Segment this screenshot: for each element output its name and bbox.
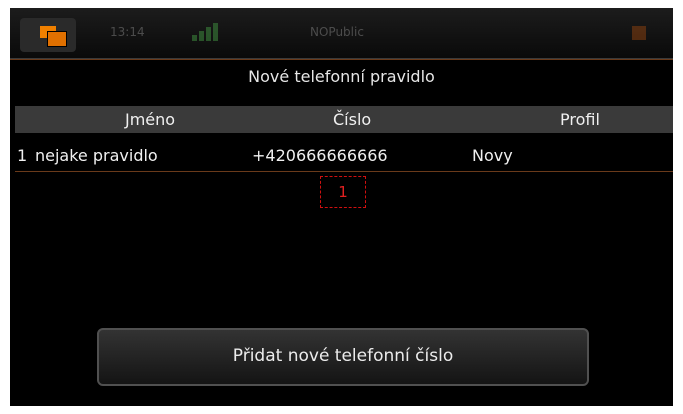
- row-index: 1: [17, 146, 28, 165]
- status-bar: 13:14 NOPublic: [10, 8, 673, 59]
- phone-number: +420666666666: [252, 146, 388, 165]
- rule-name: nejake pravidlo: [35, 146, 158, 165]
- add-phone-number-button[interactable]: Přidat nové telefonní číslo: [97, 328, 589, 386]
- column-header-profile: Profil: [560, 110, 600, 129]
- device-screen: 13:14 NOPublic Nové telefonní pravidlo J…: [10, 8, 673, 406]
- column-header-number: Číslo: [333, 110, 372, 129]
- column-header-name: Jméno: [125, 110, 176, 129]
- profile-name: Novy: [472, 146, 513, 165]
- close-icon[interactable]: [632, 26, 646, 40]
- table-row[interactable]: 1 nejake pravidlo +420666666666 Novy: [15, 144, 673, 172]
- network-name: NOPublic: [310, 25, 364, 39]
- row-count-badge: 1: [320, 176, 366, 208]
- clock: 13:14: [110, 25, 145, 39]
- page-title: Nové telefonní pravidlo: [10, 59, 673, 94]
- table-header: Jméno Číslo Profil: [15, 106, 673, 133]
- task-switcher-icon[interactable]: [20, 18, 76, 52]
- signal-strength-icon: [192, 22, 220, 42]
